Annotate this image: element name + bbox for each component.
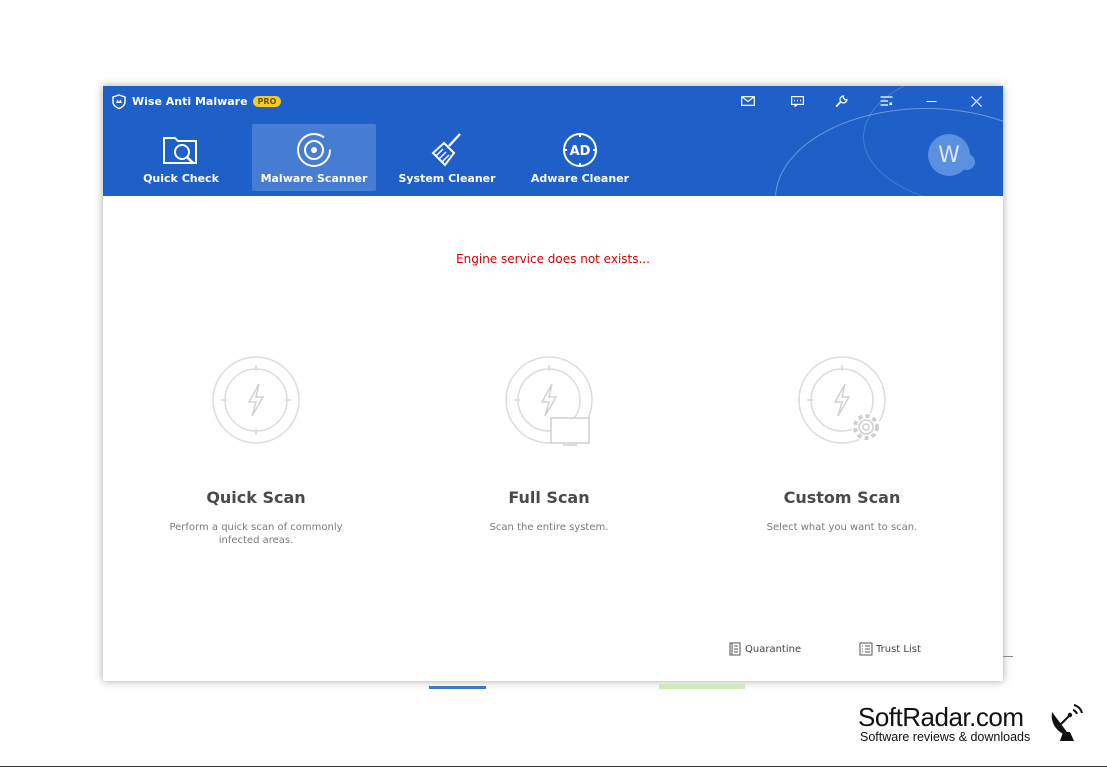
scan-title: Custom Scan bbox=[783, 488, 901, 507]
avatar-letter: W bbox=[938, 142, 960, 168]
satellite-dish-icon bbox=[1051, 704, 1083, 741]
custom-scan-card[interactable]: Custom Scan Select what you want to scan… bbox=[692, 354, 992, 534]
trust-list-icon bbox=[859, 642, 873, 656]
full-scan-card[interactable]: Full Scan Scan the entire system. bbox=[399, 354, 699, 534]
feedback-icon bbox=[790, 95, 804, 107]
tab-system-cleaner[interactable]: System Cleaner bbox=[385, 124, 509, 191]
minimize-icon bbox=[926, 100, 936, 102]
close-button[interactable] bbox=[965, 92, 987, 110]
close-icon bbox=[970, 95, 982, 107]
tab-label: Quick Check bbox=[143, 172, 219, 185]
tools-icon bbox=[835, 94, 848, 107]
folder-search-icon bbox=[163, 137, 197, 164]
tab-label: Malware Scanner bbox=[260, 172, 368, 185]
scan-description: Scan the entire system. bbox=[489, 522, 609, 533]
mail-button[interactable] bbox=[737, 92, 759, 110]
quarantine-link[interactable]: Quarantine bbox=[728, 642, 801, 656]
engine-status-message: Engine service does not exists... bbox=[456, 252, 650, 266]
background-window-fragment bbox=[1003, 656, 1013, 657]
quarantine-label: Quarantine bbox=[745, 643, 802, 655]
scanner-target-icon bbox=[297, 133, 331, 167]
page-bottom-border bbox=[0, 766, 1107, 767]
tab-adware-cleaner[interactable]: AD Adware Cleaner bbox=[518, 124, 642, 191]
app-title: Wise Anti Malware bbox=[132, 94, 248, 108]
scan-description: Perform a quick scan of commonly infecte… bbox=[169, 522, 343, 546]
trust-list-label: Trust List bbox=[876, 643, 921, 655]
custom-scan-icon bbox=[798, 356, 886, 444]
quarantine-icon bbox=[729, 642, 741, 656]
tab-label: System Cleaner bbox=[398, 172, 496, 185]
tab-label: Adware Cleaner bbox=[530, 172, 630, 185]
app-title-bar: Wise Anti Malware PRO bbox=[112, 93, 282, 109]
tools-button[interactable] bbox=[830, 92, 852, 110]
full-scan-icon bbox=[505, 356, 593, 446]
feedback-button[interactable] bbox=[786, 92, 808, 110]
background-window-fragment bbox=[429, 686, 486, 689]
menu-button[interactable] bbox=[875, 92, 897, 110]
quick-scan-icon bbox=[212, 356, 300, 444]
pro-badge: PRO bbox=[252, 95, 282, 107]
quick-scan-card[interactable]: Quick Scan Perform a quick scan of commo… bbox=[106, 354, 406, 547]
menu-icon bbox=[880, 95, 892, 106]
svg-text:AD: AD bbox=[570, 144, 591, 159]
tab-malware-scanner[interactable]: Malware Scanner bbox=[252, 124, 376, 191]
mail-icon bbox=[741, 96, 755, 106]
tab-quick-check[interactable]: Quick Check bbox=[119, 124, 243, 191]
trust-list-link[interactable]: Trust List bbox=[859, 642, 921, 656]
background-window-fragment bbox=[659, 684, 745, 689]
ad-block-icon: AD bbox=[563, 133, 597, 167]
scan-title: Quick Scan bbox=[206, 488, 306, 507]
watermark-brand: SoftRadar.com bbox=[858, 702, 1024, 732]
avatar-status-dot bbox=[959, 154, 975, 170]
softradar-watermark: SoftRadar.com Software reviews & downloa… bbox=[858, 702, 1088, 752]
app-header: Wise Anti Malware PRO Quick Check Malwar… bbox=[103, 86, 1003, 196]
shield-logo-icon bbox=[112, 93, 126, 109]
broom-icon bbox=[431, 133, 461, 167]
watermark-tagline: Software reviews & downloads bbox=[860, 730, 1031, 744]
app-window: Wise Anti Malware PRO Quick Check Malwar… bbox=[103, 86, 1003, 681]
scan-title: Full Scan bbox=[508, 488, 590, 507]
scan-description: Select what you want to scan. bbox=[766, 522, 918, 533]
minimize-button[interactable] bbox=[920, 92, 942, 110]
